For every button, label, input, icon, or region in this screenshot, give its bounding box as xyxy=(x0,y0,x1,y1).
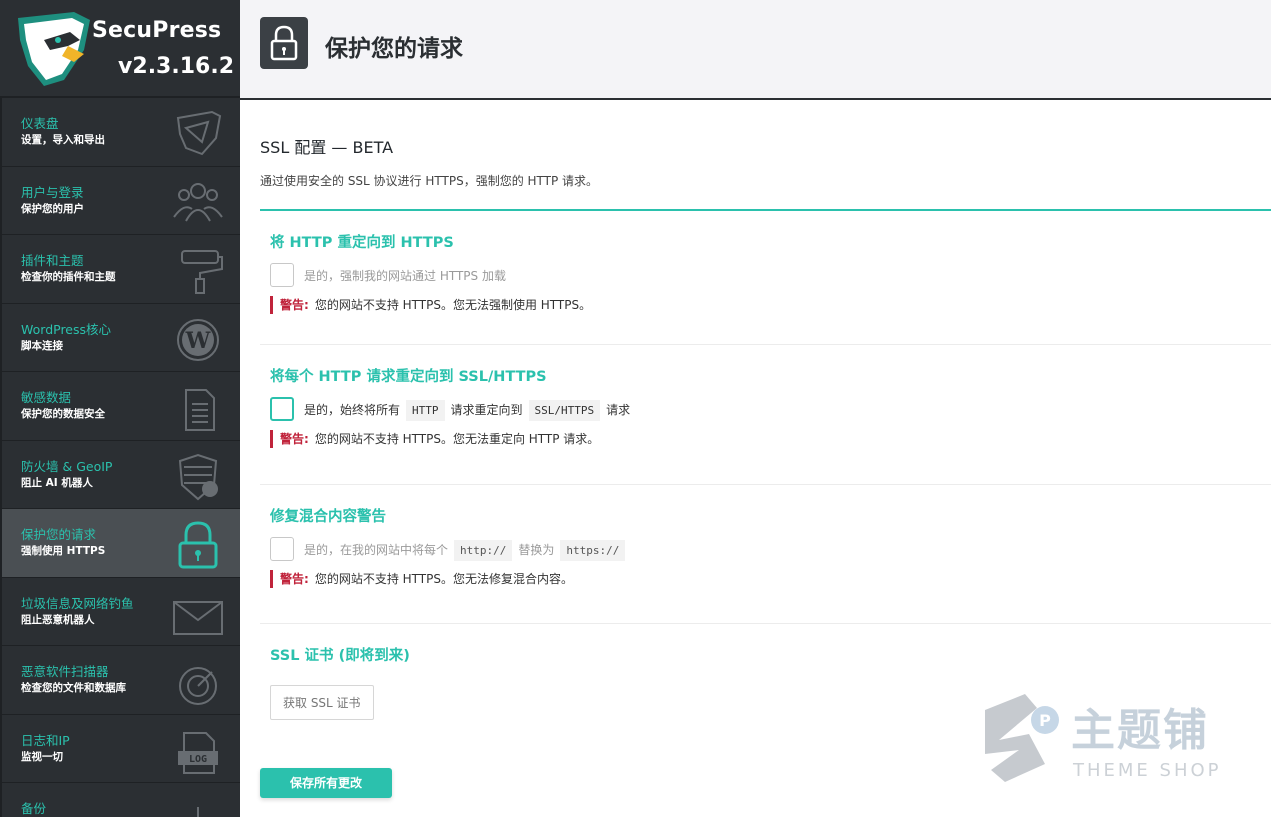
firewall-icon xyxy=(178,453,218,500)
save-all-button[interactable]: 保存所有更改 xyxy=(260,768,392,798)
sidebar-item-plugins-themes[interactable]: 插件和主题 检查你的插件和主题 xyxy=(0,235,240,304)
wordpress-icon: W xyxy=(177,318,219,361)
brand: SecuPress v2.3.16.2 xyxy=(0,0,240,98)
users-icon xyxy=(173,182,223,221)
sidebar-item-spam[interactable]: 垃圾信息及网络钓鱼 阻止恶意机器人 xyxy=(0,577,240,646)
sidebar-item-users[interactable]: 用户与登录 保护您的用户 xyxy=(0,166,240,235)
header-badge xyxy=(260,17,308,69)
page-header: 保护您的请求 xyxy=(240,0,1271,100)
backup-icon xyxy=(197,807,199,817)
watermark: P 主题铺 THEME SHOP xyxy=(975,690,1255,790)
sidebar-item-malware-scanner[interactable]: 恶意软件扫描器 检查您的文件和数据库 xyxy=(0,646,240,715)
sidebar-item-backup[interactable]: 备份 xyxy=(0,783,240,817)
warning-text: 您的网站不支持 HTTPS。您无法强制使用 HTTPS。 xyxy=(314,298,592,312)
watermark-cn: 主题铺 xyxy=(1071,705,1209,756)
force-https-checkbox[interactable] xyxy=(270,263,294,287)
code-snippet: SSL/HTTPS xyxy=(528,399,601,421)
setting-heading: 将 HTTP 重定向到 HTTPS xyxy=(270,235,454,251)
warning-message: 警告: 您的网站不支持 HTTPS。您无法重定向 HTTP 请求。 xyxy=(270,430,1271,448)
option-label-part: 请求重定向到 xyxy=(450,402,523,417)
option-label-part: 请求 xyxy=(606,402,631,417)
setting-heading: SSL 证书 (即将到来) xyxy=(270,648,410,664)
sidebar-item-requests[interactable]: 保护您的请求 强制使用 HTTPS xyxy=(0,509,240,578)
option-row: 是的，始终将所有 HTTP 请求重定向到 SSL/HTTPS 请求 xyxy=(270,397,1271,421)
option-label-part: 是的，始终将所有 xyxy=(304,402,401,417)
watermark-en: THEME SHOP xyxy=(1073,760,1222,781)
brand-version: v2.3.16.2 xyxy=(118,54,234,79)
sidebar-item-firewall[interactable]: 防火墙 & GeoIP 阻止 AI 机器人 xyxy=(0,440,240,509)
sidebar-item-dashboard[interactable]: 仪表盘 设置，导入和导出 xyxy=(0,98,240,167)
radar-icon xyxy=(179,667,217,705)
option-label-part: 替换为 xyxy=(518,542,555,557)
warning-message: 警告: 您的网站不支持 HTTPS。您无法修复混合内容。 xyxy=(270,570,1271,588)
envelope-icon xyxy=(173,600,223,635)
code-snippet: https:// xyxy=(560,539,626,561)
brand-name: SecuPress xyxy=(92,18,222,43)
option-label: 是的，在我的网站中将每个 http:// 替换为 https:// xyxy=(304,539,631,561)
setting-heading: 修复混合内容警告 xyxy=(270,509,386,525)
lock-icon xyxy=(178,521,218,569)
warning-text: 您的网站不支持 HTTPS。您无法修复混合内容。 xyxy=(314,572,573,586)
get-ssl-certificate-button[interactable]: 获取 SSL 证书 xyxy=(270,685,374,720)
sidebar-item-sensitive-data[interactable]: 敏感数据 保护您的数据安全 xyxy=(0,372,240,441)
warning-tag: 警告: xyxy=(280,432,309,446)
theme-shop-logo-icon: P xyxy=(985,694,1059,782)
warning-message: 警告: 您的网站不支持 HTTPS。您无法强制使用 HTTPS。 xyxy=(270,296,1271,314)
code-snippet: HTTP xyxy=(406,399,445,421)
page-title: 保护您的请求 xyxy=(325,36,463,62)
option-label: 是的，强制我的网站通过 HTTPS 加载 xyxy=(304,268,506,283)
document-icon xyxy=(185,389,215,431)
paint-roller-icon xyxy=(181,250,223,294)
code-snippet: http:// xyxy=(454,539,513,561)
redirect-all-checkbox[interactable] xyxy=(270,397,294,421)
option-label-part: 是的，在我的网站中将每个 xyxy=(304,542,449,557)
setting-redirect-https: 将 HTTP 重定向到 HTTPS 是的，强制我的网站通过 HTTPS 加载 警… xyxy=(260,211,1271,345)
setting-heading: 将每个 HTTP 请求重定向到 SSL/HTTPS xyxy=(270,369,547,385)
settings-panel: SSL 配置 — BETA 通过使用安全的 SSL 协议进行 HTTPS，强制您… xyxy=(240,134,1271,720)
svg-text:W: W xyxy=(185,328,211,354)
eagle-logo-icon xyxy=(18,12,90,86)
warning-tag: 警告: xyxy=(280,298,309,312)
sidebar-item-wordpress-core[interactable]: WordPress核心 脚本连接 W xyxy=(0,303,240,372)
option-row: 是的，在我的网站中将每个 http:// 替换为 https:// xyxy=(270,537,1271,561)
section-description: 通过使用安全的 SSL 协议进行 HTTPS，强制您的 HTTP 请求。 xyxy=(260,174,599,188)
app-window: SecuPress v2.3.16.2 仪表盘 设置，导入和导出 用户与登录 保… xyxy=(0,0,1271,817)
setting-redirect-all-requests: 将每个 HTTP 请求重定向到 SSL/HTTPS 是的，始终将所有 HTTP 请求… xyxy=(260,345,1271,485)
option-label: 是的，始终将所有 HTTP 请求重定向到 SSL/HTTPS 请求 xyxy=(304,399,631,421)
sidebar-item-logs[interactable]: 日志和IP 监视一切 LOG xyxy=(0,714,240,783)
setting-mixed-content: 修复混合内容警告 是的，在我的网站中将每个 http://替换为 https:// … xyxy=(260,485,1271,624)
shield-icon xyxy=(176,110,222,156)
warning-tag: 警告: xyxy=(280,572,309,586)
svg-text:P: P xyxy=(1039,711,1051,730)
log-file-icon: LOG xyxy=(178,731,218,774)
section-title: SSL 配置 — BETA xyxy=(260,138,394,157)
warning-text: 您的网站不支持 HTTPS。您无法重定向 HTTP 请求。 xyxy=(314,432,600,446)
fix-mixed-content-checkbox[interactable] xyxy=(270,537,294,561)
option-row: 是的，强制我的网站通过 HTTPS 加载 xyxy=(270,263,1271,287)
svg-text:LOG: LOG xyxy=(189,754,207,765)
lock-icon xyxy=(270,25,298,61)
sidebar: SecuPress v2.3.16.2 仪表盘 设置，导入和导出 用户与登录 保… xyxy=(0,0,240,817)
